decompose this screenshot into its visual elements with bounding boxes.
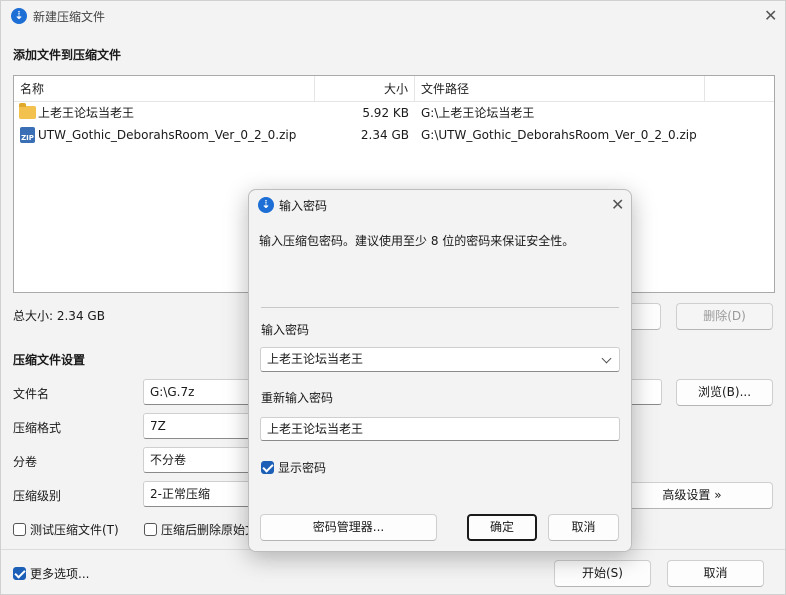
checkbox-box[interactable] [144,523,157,536]
delete-after-label: 压缩后删除原始文 [161,523,258,537]
start-button[interactable]: 开始(S) [554,560,651,587]
app-logo-icon: ⇣ [11,8,27,24]
main-cancel-button[interactable]: 取消 [667,560,764,587]
reenter-password-input[interactable]: 上老王论坛当老王 [260,417,620,441]
chevron-down-icon[interactable] [601,353,612,364]
filename-label: 文件名 [13,387,50,401]
file-path: G:\上老王论坛当老王 [421,106,535,120]
password-manager-button[interactable]: 密码管理器... [260,514,437,541]
more-options-checkbox[interactable]: 更多选项... [13,565,89,582]
file-list-header: 名称 大小 文件路径 [14,76,774,102]
reenter-password-label: 重新输入密码 [261,391,334,405]
level-select[interactable]: 2-正常压缩 [143,481,263,507]
password-input[interactable]: 上老王论坛当老王 [260,347,620,372]
app-logo-icon: ⇣ [258,197,274,213]
level-label: 压缩级别 [13,489,62,503]
password-label: 输入密码 [261,323,310,337]
password-value: 上老王论坛当老王 [267,352,364,366]
password-dialog: ⇣ 输入密码 ✕ 输入压缩包密码。建议使用至少 8 位的密码来保证安全性。 输入… [248,189,632,552]
file-name: 上老王论坛当老王 [38,106,135,120]
delete-after-checkbox[interactable]: 压缩后删除原始文 [144,521,257,538]
file-name: UTW_Gothic_DeborahsRoom_Ver_0_2_0.zip [38,128,297,142]
folder-icon [19,103,36,119]
file-path: G:\UTW_Gothic_DeborahsRoom_Ver_0_2_0.zip [421,128,697,142]
volume-label: 分卷 [13,455,38,469]
format-select[interactable]: 7Z [143,413,263,439]
title-bar: ⇣ 新建压缩文件 ✕ [1,1,785,31]
dialog-title: 输入密码 [279,199,328,213]
column-path[interactable]: 文件路径 [415,76,705,102]
show-password-checkbox[interactable]: 显示密码 [261,459,326,476]
dialog-divider [261,307,619,308]
total-size: 总大小: 2.34 GB [13,309,105,323]
ok-button[interactable]: 确定 [467,514,537,541]
settings-section-title: 压缩文件设置 [13,353,86,367]
dialog-close-icon[interactable]: ✕ [611,197,624,213]
browse-button[interactable]: 浏览(B)... [676,379,773,406]
format-label: 压缩格式 [13,421,62,435]
dialog-button-area: 密码管理器... 确定 取消 [249,500,631,551]
more-options-label: 更多选项... [30,567,90,581]
window-title: 新建压缩文件 [33,10,106,24]
files-section-title: 添加文件到压缩文件 [13,48,122,62]
zip-icon: ZIP [20,127,35,143]
column-size[interactable]: 大小 [315,76,415,102]
file-row[interactable]: 上老王论坛当老王 5.92 KB G:\上老王论坛当老王 [14,102,774,124]
dialog-description: 输入压缩包密码。建议使用至少 8 位的密码来保证安全性。 [259,234,575,248]
close-icon[interactable]: ✕ [764,8,777,24]
test-archive-checkbox[interactable]: 测试压缩文件(T) [13,521,119,538]
checkbox-box-checked[interactable] [13,567,26,580]
file-size: 5.92 KB [362,106,409,120]
checkbox-box-checked[interactable] [261,461,274,474]
column-name[interactable]: 名称 [14,76,315,102]
advanced-settings-button[interactable]: 高级设置 » [611,482,773,509]
delete-button[interactable]: 删除(D) [676,303,773,330]
test-archive-label: 测试压缩文件(T) [30,523,119,537]
file-row[interactable]: ZIP UTW_Gothic_DeborahsRoom_Ver_0_2_0.zi… [14,124,774,146]
file-size: 2.34 GB [360,128,409,142]
dialog-cancel-button[interactable]: 取消 [548,514,619,541]
show-password-label: 显示密码 [278,461,327,475]
volume-select[interactable]: 不分卷 [143,447,263,473]
checkbox-box[interactable] [13,523,26,536]
